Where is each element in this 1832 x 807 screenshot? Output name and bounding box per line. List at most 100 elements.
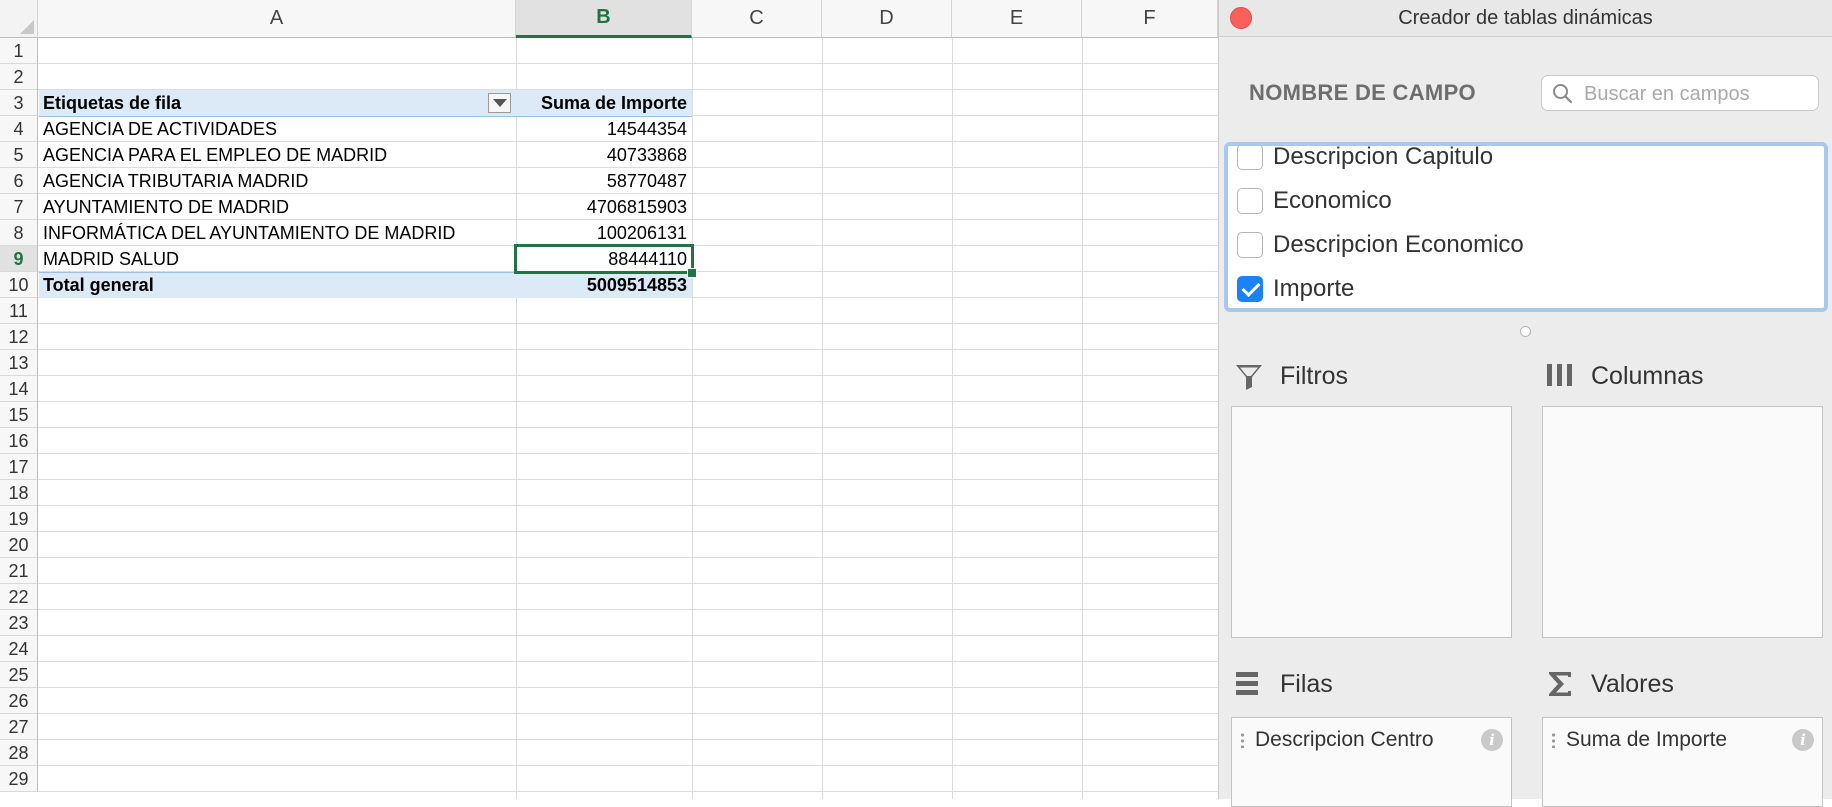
row-header-25[interactable]: 25 — [0, 662, 38, 688]
pivot-row-label[interactable]: AGENCIA DE ACTIVIDADES — [38, 116, 516, 142]
info-icon[interactable]: i — [1481, 729, 1503, 751]
pivot-row-value[interactable]: 4706815903 — [516, 194, 692, 220]
rows-area-header: Filas — [1232, 667, 1333, 701]
column-header-c[interactable]: C — [692, 0, 822, 38]
columns-label: Columnas — [1591, 361, 1704, 390]
values-drop-zone[interactable]: Suma de Importe i — [1542, 717, 1823, 807]
row-header-27[interactable]: 27 — [0, 714, 38, 740]
rows-icon — [1236, 672, 1258, 695]
row-header-1[interactable]: 1 — [0, 38, 38, 64]
rows-drop-zone[interactable]: Descripcion Centro i — [1231, 717, 1512, 807]
pivot-row-label[interactable]: MADRID SALUD — [38, 246, 516, 272]
row-header-17[interactable]: 17 — [0, 454, 38, 480]
pivot-row-value[interactable]: 58770487 — [516, 168, 692, 194]
field-search-box[interactable] — [1541, 75, 1819, 111]
row-header-24[interactable]: 24 — [0, 636, 38, 662]
values-area-header: Valores — [1543, 667, 1674, 701]
row-header-22[interactable]: 22 — [0, 584, 38, 610]
column-header-d[interactable]: D — [822, 0, 952, 38]
row-labels-filter-dropdown[interactable] — [488, 93, 511, 113]
row-header-29[interactable]: 29 — [0, 766, 38, 792]
filters-area-header: Filtros — [1232, 359, 1348, 393]
field-label: Descripcion Economico — [1273, 231, 1524, 258]
field-label: Importe — [1273, 275, 1355, 302]
column-header-f[interactable]: F — [1082, 0, 1218, 38]
drag-grip-icon[interactable] — [1551, 732, 1556, 748]
sigma-icon — [1549, 672, 1571, 696]
row-header-5[interactable]: 5 — [0, 142, 38, 168]
row-header-14[interactable]: 14 — [0, 376, 38, 402]
row-header-23[interactable]: 23 — [0, 610, 38, 636]
pivot-row-labels-header[interactable]: Etiquetas de fila — [38, 90, 478, 116]
column-header-a[interactable]: A — [38, 0, 516, 38]
row-header-10[interactable]: 10 — [0, 272, 38, 298]
columns-drop-zone[interactable] — [1542, 406, 1823, 638]
column-header-e[interactable]: E — [952, 0, 1082, 38]
info-icon[interactable]: i — [1792, 729, 1814, 751]
pivot-row-value[interactable]: 14544354 — [516, 116, 692, 142]
row-header-16[interactable]: 16 — [0, 428, 38, 454]
drag-grip-icon[interactable] — [1240, 732, 1245, 748]
pivot-row-label[interactable]: INFORMÁTICA DEL AYUNTAMIENTO DE MADRID — [38, 220, 516, 246]
row-header-8[interactable]: 8 — [0, 220, 38, 246]
row-header-13[interactable]: 13 — [0, 350, 38, 376]
field-list[interactable]: Descripcion Capitulo Economico Descripci… — [1224, 142, 1828, 312]
field-item-economico[interactable]: Economico — [1228, 179, 1824, 223]
pivot-row-label[interactable]: AGENCIA TRIBUTARIA MADRID — [38, 168, 516, 194]
pivot-row-label[interactable]: AGENCIA PARA EL EMPLEO DE MADRID — [38, 142, 516, 168]
field-checkbox[interactable] — [1237, 232, 1263, 258]
row-header-26[interactable]: 26 — [0, 688, 38, 714]
pivot-table-builder-pane: Creador de tablas dinámicas NOMBRE DE CA… — [1218, 0, 1832, 807]
pivot-total-value[interactable]: 5009514853 — [516, 272, 692, 298]
row-header-20[interactable]: 20 — [0, 532, 38, 558]
filters-label: Filtros — [1280, 361, 1349, 390]
row-header-6[interactable]: 6 — [0, 168, 38, 194]
search-icon — [1553, 84, 1573, 104]
row-header-12[interactable]: 12 — [0, 324, 38, 350]
row-header-3[interactable]: 3 — [0, 90, 38, 116]
rows-field-pill[interactable]: Descripcion Centro i — [1240, 724, 1503, 756]
field-search-input[interactable] — [1582, 80, 1811, 108]
values-field-label: Suma de Importe — [1566, 728, 1728, 751]
values-field-pill[interactable]: Suma de Importe i — [1551, 724, 1814, 756]
pivot-row-value[interactable]: 40733868 — [516, 142, 692, 168]
spreadsheet-grid[interactable]: A B C D E F 1 2 3 4 5 6 7 8 9 10 11 12 13 14 15 16 17 18 1… — [0, 0, 1218, 799]
field-item-descripcion-economico[interactable]: Descripcion Economico — [1228, 223, 1824, 267]
pivot-value-header[interactable]: Suma de Importe — [516, 90, 692, 116]
row-header-11[interactable]: 11 — [0, 298, 38, 324]
row-header-19[interactable]: 19 — [0, 506, 38, 532]
column-header-b[interactable]: B — [516, 0, 692, 38]
row-header-15[interactable]: 15 — [0, 402, 38, 428]
field-label: Economico — [1273, 187, 1392, 214]
pivot-row-value[interactable]: 100206131 — [516, 220, 692, 246]
rows-field-label: Descripcion Centro — [1255, 728, 1434, 751]
select-all-corner[interactable] — [0, 0, 38, 38]
fill-handle[interactable] — [687, 268, 697, 278]
field-name-heading: NOMBRE DE CAMPO — [1249, 80, 1476, 105]
rows-label: Filas — [1280, 669, 1333, 698]
values-label: Valores — [1591, 669, 1674, 698]
field-checkbox[interactable] — [1237, 146, 1263, 170]
active-cell-selection[interactable] — [514, 244, 694, 274]
pane-titlebar[interactable]: Creador de tablas dinámicas — [1219, 0, 1832, 37]
row-header-2[interactable]: 2 — [0, 64, 38, 90]
row-header-4[interactable]: 4 — [0, 116, 38, 142]
row-header-9[interactable]: 9 — [0, 246, 38, 272]
filters-drop-zone[interactable] — [1231, 406, 1512, 638]
field-label: Descripcion Capitulo — [1273, 143, 1494, 170]
row-header-7[interactable]: 7 — [0, 194, 38, 220]
columns-area-header: Columnas — [1543, 359, 1704, 393]
pane-title: Creador de tablas dinámicas — [1398, 7, 1653, 29]
row-header-21[interactable]: 21 — [0, 558, 38, 584]
field-item-descripcion-capitulo[interactable]: Descripcion Capitulo — [1228, 143, 1824, 179]
row-header-28[interactable]: 28 — [0, 740, 38, 766]
columns-icon — [1547, 364, 1572, 386]
splitter-handle[interactable] — [1520, 326, 1531, 337]
field-item-importe[interactable]: Importe — [1228, 267, 1824, 308]
pivot-total-label[interactable]: Total general — [38, 272, 516, 298]
pivot-row-label[interactable]: AYUNTAMIENTO DE MADRID — [38, 194, 516, 220]
funnel-icon — [1236, 365, 1262, 390]
field-checkbox-checked[interactable] — [1237, 276, 1263, 302]
row-header-18[interactable]: 18 — [0, 480, 38, 506]
field-checkbox[interactable] — [1237, 188, 1263, 214]
